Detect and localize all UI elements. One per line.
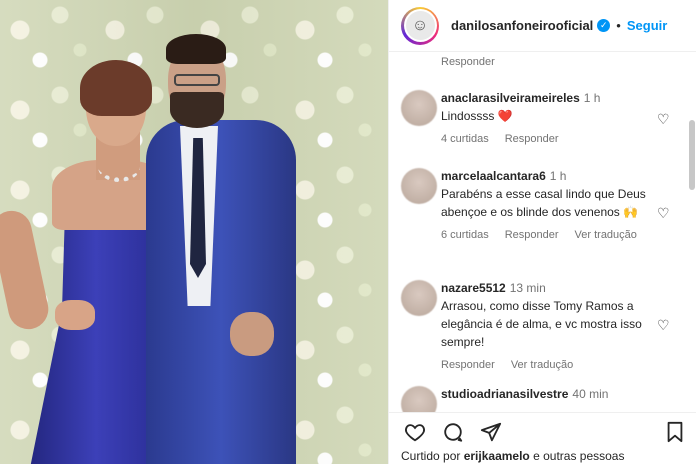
- comments-list[interactable]: Responder anaclarasilveirameireles 1 h Li…: [389, 52, 689, 412]
- comment-username[interactable]: anaclarasilveirameireles: [441, 91, 580, 105]
- like-heart-icon[interactable]: [403, 421, 427, 445]
- comment-username[interactable]: studioadrianasilvestre: [441, 387, 568, 401]
- comment-meta: 4 curtidas Responder: [441, 133, 661, 145]
- comment-body: nazare5512 13 min Arrasou, como disse Tom…: [441, 280, 661, 371]
- profile-username[interactable]: danilosanfoneirooficial: [451, 18, 593, 33]
- comment-avatar[interactable]: [401, 280, 437, 316]
- share-paperplane-icon[interactable]: [479, 421, 503, 445]
- photo-woman-necklace: [98, 152, 140, 182]
- comment-text: Lindossss ❤️: [441, 109, 513, 123]
- post-header: ☺ danilosanfoneirooficial ✓ • Seguir: [389, 0, 696, 52]
- comment-time: 1 h: [583, 91, 601, 105]
- profile-avatar[interactable]: ☺: [401, 6, 439, 45]
- liked-by-text: Curtido por erijkaamelo e outras pessoas: [401, 449, 624, 463]
- comments-scrollbar[interactable]: [689, 120, 695, 190]
- comment-reply-button[interactable]: Responder: [505, 229, 559, 241]
- comment-username[interactable]: nazare5512: [441, 281, 506, 295]
- comment-avatar[interactable]: [401, 386, 437, 412]
- comment-text: Parabéns a esse casal lindo que Deus abe…: [441, 187, 646, 219]
- comment-text: Arrasou, como disse Tomy Ramos a elegânc…: [441, 299, 642, 349]
- comment-body: marcelaalcantara6 1 h Parabéns a esse cas…: [441, 168, 661, 241]
- photo-man-hand: [230, 312, 274, 356]
- comment-bubble-icon[interactable]: [441, 421, 465, 445]
- comment-meta: 6 curtidas Responder Ver tradução: [441, 229, 661, 241]
- comment-reply-button[interactable]: Responder: [441, 359, 495, 371]
- post-photo: [0, 0, 388, 464]
- verified-badge-icon: ✓: [597, 19, 611, 32]
- comment-username[interactable]: marcelaalcantara6: [441, 169, 546, 183]
- post-sidebar: ☺ danilosanfoneirooficial ✓ • Seguir Res…: [388, 0, 696, 464]
- comment-time: 1 h: [549, 169, 567, 183]
- photo-man-suit: [146, 120, 296, 464]
- photo-man-glasses: [174, 74, 220, 86]
- comment-avatar[interactable]: [401, 168, 437, 204]
- header-separator: •: [616, 18, 621, 33]
- comment-header: anaclarasilveirameireles 1 h: [441, 90, 661, 107]
- avatar-frame: ☺: [403, 9, 437, 42]
- comment-time: 13 min: [509, 281, 546, 295]
- comment-likes-count[interactable]: 6 curtidas: [441, 229, 489, 241]
- comment-body: anaclarasilveirameireles 1 h Lindossss ❤️…: [441, 90, 661, 145]
- liked-by-prefix: Curtido por: [401, 449, 464, 463]
- photo-woman-hair: [80, 60, 152, 116]
- comment-meta: Responder Ver tradução: [441, 359, 661, 371]
- save-bookmark-icon[interactable]: [663, 421, 687, 445]
- comment-likes-count[interactable]: 4 curtidas: [441, 133, 489, 145]
- photo-man-beard: [170, 92, 224, 128]
- comment-reply-button[interactable]: Responder: [505, 133, 559, 145]
- photo-woman-hand: [55, 300, 95, 330]
- reply-button[interactable]: Responder: [441, 56, 495, 68]
- post-actions-bar: [389, 412, 696, 448]
- liked-by-user[interactable]: erijkaamelo: [464, 449, 530, 463]
- comment-avatar[interactable]: [401, 90, 437, 126]
- comment-time: 40 min: [572, 387, 609, 401]
- comment-translate-button[interactable]: Ver tradução: [575, 229, 637, 241]
- comment-header: nazare5512 13 min: [441, 280, 661, 297]
- photo-man-hair: [166, 34, 226, 64]
- comment-like-heart-icon[interactable]: ♡: [657, 206, 670, 220]
- comment-header: studioadrianasilvestre 40 min: [441, 386, 661, 403]
- comment-like-heart-icon[interactable]: ♡: [657, 318, 670, 332]
- follow-button[interactable]: Seguir: [627, 18, 667, 33]
- liked-by-suffix[interactable]: e outras pessoas: [530, 449, 624, 463]
- comment-body: studioadrianasilvestre 40 min: [441, 386, 661, 403]
- comment-translate-button[interactable]: Ver tradução: [511, 359, 573, 371]
- avatar-icon: ☺: [405, 11, 435, 40]
- comment-like-heart-icon[interactable]: ♡: [657, 112, 670, 126]
- comment-header: marcelaalcantara6 1 h: [441, 168, 661, 185]
